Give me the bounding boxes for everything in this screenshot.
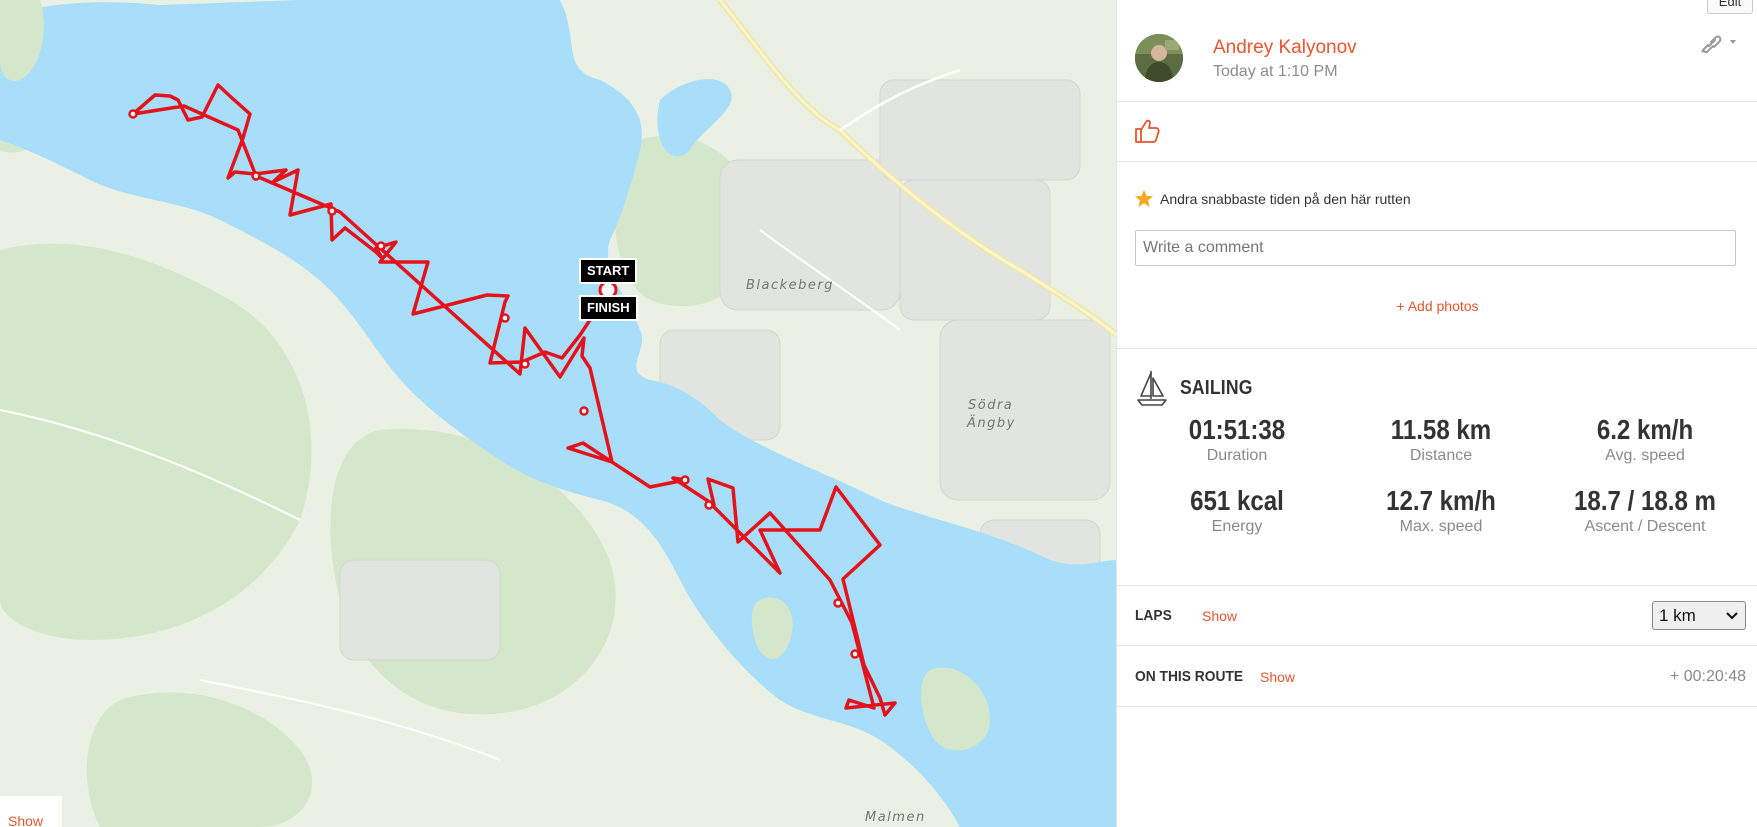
sport-name: SAILING: [1180, 376, 1253, 399]
map-label-malmen: Malmen: [865, 810, 926, 825]
achievement: Andra snabbaste tiden på den här rutten: [1134, 189, 1411, 209]
stat-energy: 651 kcal Energy: [1135, 484, 1339, 536]
stat-value: 651 kcal: [1190, 485, 1284, 516]
on-route-time: + 00:20:48: [1669, 668, 1746, 685]
laps-interval-select[interactable]: 1 km: [1652, 601, 1746, 630]
divider: [1117, 161, 1757, 162]
stat-value: 12.7 km/h: [1386, 485, 1496, 516]
workout-timestamp: Today at 1:10 PM: [1213, 63, 1338, 80]
comment-input[interactable]: [1135, 230, 1736, 266]
laps-title: LAPS: [1135, 607, 1172, 624]
stat-value: 18.7 / 18.8 m: [1574, 485, 1716, 516]
stat-label: Max. speed: [1399, 518, 1483, 535]
laps-interval-value: 1 km: [1659, 606, 1696, 625]
laps-show-button[interactable]: Show: [1202, 608, 1237, 624]
map-label-angby: Ängby: [967, 416, 1016, 431]
map-canvas[interactable]: [0, 0, 1116, 827]
stat-duration: 01:51:38 Duration: [1135, 413, 1339, 465]
divider: [1117, 348, 1757, 349]
stat-max-speed: 12.7 km/h Max. speed: [1339, 484, 1543, 536]
divider: [1117, 645, 1757, 646]
stat-distance: 11.58 km Distance: [1339, 413, 1543, 465]
map-label-blackeberg: Blackeberg: [746, 278, 835, 293]
stat-value: 6.2 km/h: [1596, 414, 1694, 445]
stat-label: Ascent / Descent: [1584, 518, 1706, 535]
stat-label: Energy: [1211, 518, 1263, 535]
stat-avg-speed: 6.2 km/h Avg. speed: [1543, 413, 1747, 465]
stat-value: 11.58 km: [1390, 414, 1492, 445]
stat-ascent-descent: 18.7 / 18.8 m Ascent / Descent: [1543, 484, 1747, 536]
achievement-text: Andra snabbaste tiden på den här rutten: [1160, 191, 1411, 207]
thumbs-up-icon: [1135, 119, 1160, 143]
divider: [1117, 101, 1757, 102]
workout-stats: 01:51:38 Duration 11.58 km Distance 6.2 …: [1135, 413, 1747, 536]
on-route-show-button[interactable]: Show: [1260, 669, 1295, 685]
avatar[interactable]: [1135, 34, 1183, 82]
like-button[interactable]: [1133, 117, 1161, 145]
add-photos-button[interactable]: + Add photos: [1117, 298, 1757, 314]
stat-label: Duration: [1206, 447, 1268, 464]
edit-button[interactable]: Edit: [1707, 0, 1753, 14]
map-label-sodra: Södra: [968, 398, 1014, 413]
share-link-button[interactable]: [1699, 30, 1739, 54]
sport-header: SAILING: [1136, 369, 1263, 407]
divider: [1117, 706, 1757, 707]
stat-label: Avg. speed: [1605, 447, 1685, 464]
link-icon: [1701, 35, 1736, 54]
workout-sidebar: Edit Andrey Kalyonov Today at 1:10 PM An…: [1116, 0, 1757, 827]
stat-label: Distance: [1409, 447, 1473, 464]
divider: [1117, 585, 1757, 586]
route-map[interactable]: Blackeberg Södra Ängby Malmen START FINI…: [0, 0, 1116, 827]
user-name[interactable]: Andrey Kalyonov: [1213, 37, 1357, 59]
on-route-title: ON THIS ROUTE: [1135, 668, 1244, 685]
start-label: START: [579, 258, 638, 284]
finish-label: FINISH: [579, 295, 638, 321]
chevron-down-icon: [1725, 604, 1739, 635]
star-icon: [1135, 190, 1153, 207]
sailboat-icon: [1137, 371, 1167, 406]
map-show-button[interactable]: Show: [0, 796, 62, 827]
stat-value: 01:51:38: [1188, 414, 1286, 445]
